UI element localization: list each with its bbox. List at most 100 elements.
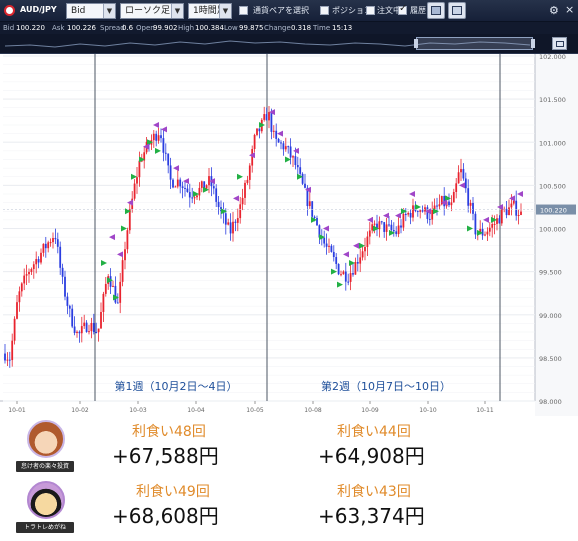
navigator-right-handle[interactable] [531,39,535,48]
candle-body [500,209,503,224]
avatar-face-1 [27,420,65,458]
chart-navigator[interactable] [0,34,578,54]
fit-icon [556,41,564,47]
candle-body [18,291,21,303]
candle-body [8,359,11,361]
price-type-select[interactable]: Bid ▼ [66,3,116,19]
candle-body [258,128,261,132]
candle-body [246,179,249,183]
candle-body [284,146,287,150]
trader-1-week1-count: 利食い48回 [132,424,206,440]
high-value: 100.384 [195,24,224,32]
candle-body [337,263,340,275]
candle-body [40,252,42,263]
candle-body [380,221,383,223]
candle-body [136,177,138,184]
chevron-down-icon: ▼ [103,4,115,18]
x-tick-label: 10-03 [129,407,147,414]
candle-body [416,210,419,212]
candle-body [407,213,410,215]
change-value: 0.318 [291,24,312,32]
gear-icon[interactable]: ⚙ [549,4,559,17]
candle-body [71,308,74,327]
candle-body [85,322,88,332]
timeframe-select[interactable]: 1時間足 ▼ [188,3,232,19]
candle-body [52,237,54,243]
candle-body [368,230,371,237]
candle-body [6,359,9,361]
candle-body [208,176,210,186]
chart-snapshot-button[interactable] [427,2,445,19]
candle-body [268,112,270,121]
x-tick-label: 10-01 [8,407,26,414]
position-checkbox[interactable] [320,6,329,15]
week-2-label: 第2週（10月7日〜10日） [321,379,451,393]
candle-body [448,201,450,206]
y-tick-label: 99.500 [539,269,562,277]
avatar-trader-2: トラトレめがね [16,481,74,533]
order-checkbox[interactable] [366,6,375,15]
candle-body [95,331,98,333]
y-tick-label: 100.500 [539,182,566,190]
trader-1-week2-count: 利食い44回 [337,424,411,440]
candle-body [308,201,311,207]
candle-body [191,197,194,199]
candle-body [172,179,174,188]
candle-body [347,281,350,283]
chart-type-select[interactable]: ローソク足 ▼ [120,3,184,19]
pair-select-checkbox[interactable] [239,6,248,15]
trader-2-week2-amount: +63,374円 [318,504,425,528]
change-label: Change [264,24,291,32]
ask-label: Ask [52,24,65,32]
candle-body [100,311,102,329]
price-chart[interactable]: 102.000 101.500 101.000 100.500 100.000 99.50… [0,54,578,416]
candle-body [114,285,117,303]
candle-body [352,273,354,275]
navigator-window[interactable] [416,37,533,50]
y-tick-label: 102.000 [539,54,566,61]
avatar-face-2 [27,481,65,519]
candle-body [385,224,388,232]
candle-body [162,138,165,153]
candle-body [359,257,362,264]
chart-export-button[interactable] [448,2,466,19]
trader-name-1: 怠け者の楽々投資 [16,461,74,472]
candle-body [515,200,518,216]
y-tick-label: 100.000 [539,226,566,234]
candle-body [174,186,177,188]
trader-1-week2-amount: +64,908円 [318,444,425,468]
candle-body [419,210,422,212]
candle-body [335,257,338,264]
export-icon [452,6,462,15]
history-checkbox[interactable] [398,3,407,15]
x-tick-label: 10-05 [246,407,264,414]
ask-value: 100.226 [67,24,96,32]
candle-body [344,271,347,282]
pair-select-label: 通貨ペアを選択 [253,6,309,15]
candle-body [409,213,412,218]
candle-body [224,213,227,225]
candle-body [486,231,489,235]
expand-chart-button[interactable] [552,37,567,50]
candle-body [294,156,297,166]
candle-body [248,165,251,180]
candle-body [328,245,330,247]
x-tick-label: 10-08 [304,407,322,414]
candle-body [42,243,45,253]
price-info-bar: Bid 100.220 Ask 100.226 Spread 0.6 Open … [0,22,578,34]
chart-toolbar: AUD/JPY Bid ▼ ローソク足 ▼ 1時間足 ▼ 通貨ペアを選択 ポジシ… [0,0,578,22]
chart-type-value: ローソク足 [125,6,171,16]
high-label: High [178,24,195,32]
navigator-left-handle[interactable] [414,39,418,48]
candle-body [59,246,62,268]
candle-body [383,222,386,232]
candle-body [263,114,266,120]
plot-background [0,54,578,416]
candle-body [512,200,515,204]
close-icon[interactable]: × [565,3,574,16]
candle-body [56,239,59,247]
candle-body [244,182,246,198]
time-value: 15:13 [332,24,353,32]
candle-body [28,271,30,275]
candle-body [510,203,513,208]
